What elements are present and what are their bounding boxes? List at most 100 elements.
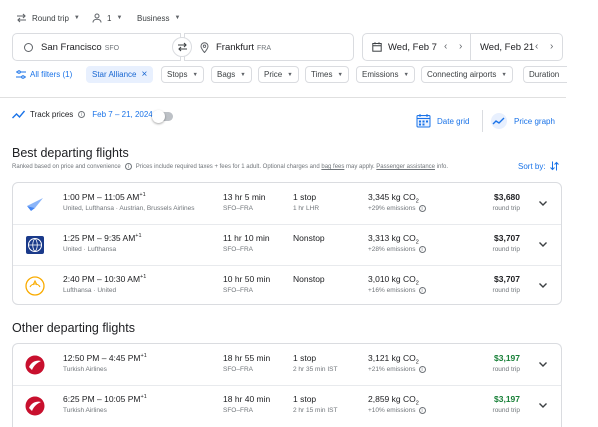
info-icon[interactable]: i <box>418 366 426 373</box>
price-type: round trip <box>492 407 520 414</box>
flight-stops: Nonstop <box>293 274 325 284</box>
all-filters-button[interactable]: All filters (1) <box>14 66 75 83</box>
all-filters-label: All filters (1) <box>30 70 73 79</box>
co2-value: 3,345 kg CO2 <box>368 192 419 205</box>
chip-price[interactable]: Price ▼ <box>258 66 299 83</box>
price-graph-button[interactable]: Price graph <box>490 110 555 132</box>
emissions-percent: +16% emissions <box>368 287 416 294</box>
cabin-class-select[interactable]: Business ▼ <box>137 10 180 26</box>
return-date-field[interactable]: Wed, Feb 21 ‹ › <box>471 33 563 61</box>
flight-price: $3,707 <box>494 233 520 243</box>
date-grid-button[interactable]: Date grid <box>416 110 469 132</box>
flight-duration: 18 hr 40 min <box>223 394 271 404</box>
fee-note-suffix: info. <box>435 164 449 170</box>
flight-row[interactable]: 1:00 PM – 11:05 AM+1 United, Lufthansa · … <box>13 183 561 224</box>
chevron-down-icon[interactable] <box>537 358 549 370</box>
info-icon[interactable]: i <box>124 163 132 170</box>
chevron-down-icon[interactable] <box>537 279 549 291</box>
flight-route: SFO–FRA <box>223 407 253 414</box>
caret-down-icon: ▼ <box>174 15 181 21</box>
layover-info: 1 hr LHR <box>293 205 320 212</box>
chevron-down-icon[interactable] <box>537 399 549 411</box>
info-icon[interactable]: i <box>418 205 426 212</box>
chevron-down-icon[interactable] <box>537 238 549 250</box>
emissions-note: +28% emissions i <box>368 246 426 253</box>
flight-duration: 11 hr 10 min <box>223 233 270 243</box>
flight-stops: 1 stop <box>293 394 317 404</box>
flight-row[interactable]: 6:25 PM – 10:05 PM+1 Turkish Airlines 18 h… <box>13 385 561 426</box>
price-type: round trip <box>492 287 520 294</box>
depart-date-field[interactable]: Wed, Feb 7 ‹ › <box>362 33 471 61</box>
track-prices-toggle[interactable] <box>152 110 173 123</box>
track-date-range: Feb 7 – 21, 2024 <box>92 110 153 119</box>
sort-by-button[interactable]: Sort by: <box>518 161 559 171</box>
flight-times: 12:50 PM – 4:45 PM+1 <box>63 353 147 363</box>
co2-value: 3,121 kg CO2 <box>368 353 419 366</box>
destination-code: FRA <box>257 44 272 52</box>
flight-row[interactable]: 2:40 PM – 10:30 AM+1 Lufthansa · United 10… <box>13 265 561 304</box>
toggle-knob <box>152 110 165 123</box>
flight-time-range: 12:50 PM – 4:45 PM <box>63 353 141 363</box>
flight-price: $3,707 <box>494 274 520 284</box>
co2-amount: 3,345 kg CO <box>368 192 416 202</box>
flight-price: $3,680 <box>494 192 520 202</box>
co2-value: 2,859 kg CO2 <box>368 394 419 407</box>
origin-city: San Francisco <box>41 41 102 53</box>
next-date-icon[interactable]: › <box>550 41 553 52</box>
prev-date-icon[interactable]: ‹ <box>444 41 447 52</box>
co2-subscript: 2 <box>415 280 419 287</box>
airline-names: Lufthansa · United <box>63 287 117 294</box>
chevron-down-icon[interactable] <box>537 197 549 209</box>
divider <box>0 97 566 98</box>
best-flights-heading: Best departing flights <box>12 146 129 160</box>
destination-field[interactable]: Frankfurt FRA <box>184 33 354 61</box>
chip-emissions[interactable]: Emissions ▼ <box>356 66 415 83</box>
chip-label: Bags <box>217 70 236 79</box>
depart-date: Wed, Feb 7 <box>388 41 437 53</box>
co2-amount: 3,313 kg CO <box>368 233 416 243</box>
passengers-count: 1 <box>107 13 112 23</box>
flight-row[interactable]: 1:25 PM – 9:35 AM+1 United · Lufthansa 11 … <box>13 224 561 265</box>
chip-label: Star Alliance <box>92 70 137 79</box>
day-offset: +1 <box>139 192 146 199</box>
origin-code: SFO <box>104 44 120 52</box>
next-date-icon[interactable]: › <box>459 41 462 52</box>
chip-stops[interactable]: Stops ▼ <box>161 66 204 83</box>
info-icon[interactable]: i <box>78 111 86 118</box>
chip-label: Price <box>264 70 283 79</box>
chip-star-alliance[interactable]: Star Alliance × <box>86 66 154 83</box>
flight-times: 1:25 PM – 9:35 AM+1 <box>63 233 142 243</box>
info-icon[interactable]: i <box>418 287 426 294</box>
swap-icon <box>177 42 187 52</box>
info-icon[interactable]: i <box>418 407 426 414</box>
emissions-percent: +21% emissions <box>368 366 416 373</box>
flight-price: $3,197 <box>494 353 520 363</box>
trip-type-select[interactable]: Round trip ▼ <box>16 10 80 26</box>
day-offset: +1 <box>140 274 147 281</box>
prev-date-icon[interactable]: ‹ <box>535 41 538 52</box>
chip-connecting-airports[interactable]: Connecting airports ▼ <box>421 66 513 83</box>
swap-airports-button[interactable] <box>172 37 192 57</box>
emissions-percent: +28% emissions <box>368 246 416 253</box>
bag-fees-link[interactable]: bag fees <box>321 164 344 170</box>
day-offset: +1 <box>135 233 142 240</box>
day-offset: +1 <box>140 394 147 401</box>
passengers-select[interactable]: 1 ▼ <box>92 10 122 26</box>
airline-names: Turkish Airlines <box>63 407 107 414</box>
other-flights-list: 12:50 PM – 4:45 PM+1 Turkish Airlines 18 h… <box>12 343 562 427</box>
chip-label: Connecting airports <box>427 70 497 79</box>
chip-bags[interactable]: Bags ▼ <box>211 66 252 83</box>
chip-duration[interactable]: Duration <box>523 66 567 83</box>
caret-down-icon: ▼ <box>403 71 409 78</box>
origin-field[interactable]: San Francisco SFO <box>12 33 181 61</box>
co2-amount: 3,010 kg CO <box>368 274 416 284</box>
fee-note-prefix: Prices include required taxes + fees for… <box>135 164 322 170</box>
passenger-assistance-link[interactable]: Passenger assistance <box>376 164 435 170</box>
flight-times: 1:00 PM – 11:05 AM+1 <box>63 192 146 202</box>
chip-times[interactable]: Times ▼ <box>305 66 349 83</box>
co2-subscript: 2 <box>415 359 419 366</box>
flight-row[interactable]: 12:50 PM – 4:45 PM+1 Turkish Airlines 18 h… <box>13 344 561 385</box>
close-icon[interactable]: × <box>141 69 147 79</box>
info-icon[interactable]: i <box>418 246 426 253</box>
trip-type-label: Round trip <box>32 13 69 23</box>
